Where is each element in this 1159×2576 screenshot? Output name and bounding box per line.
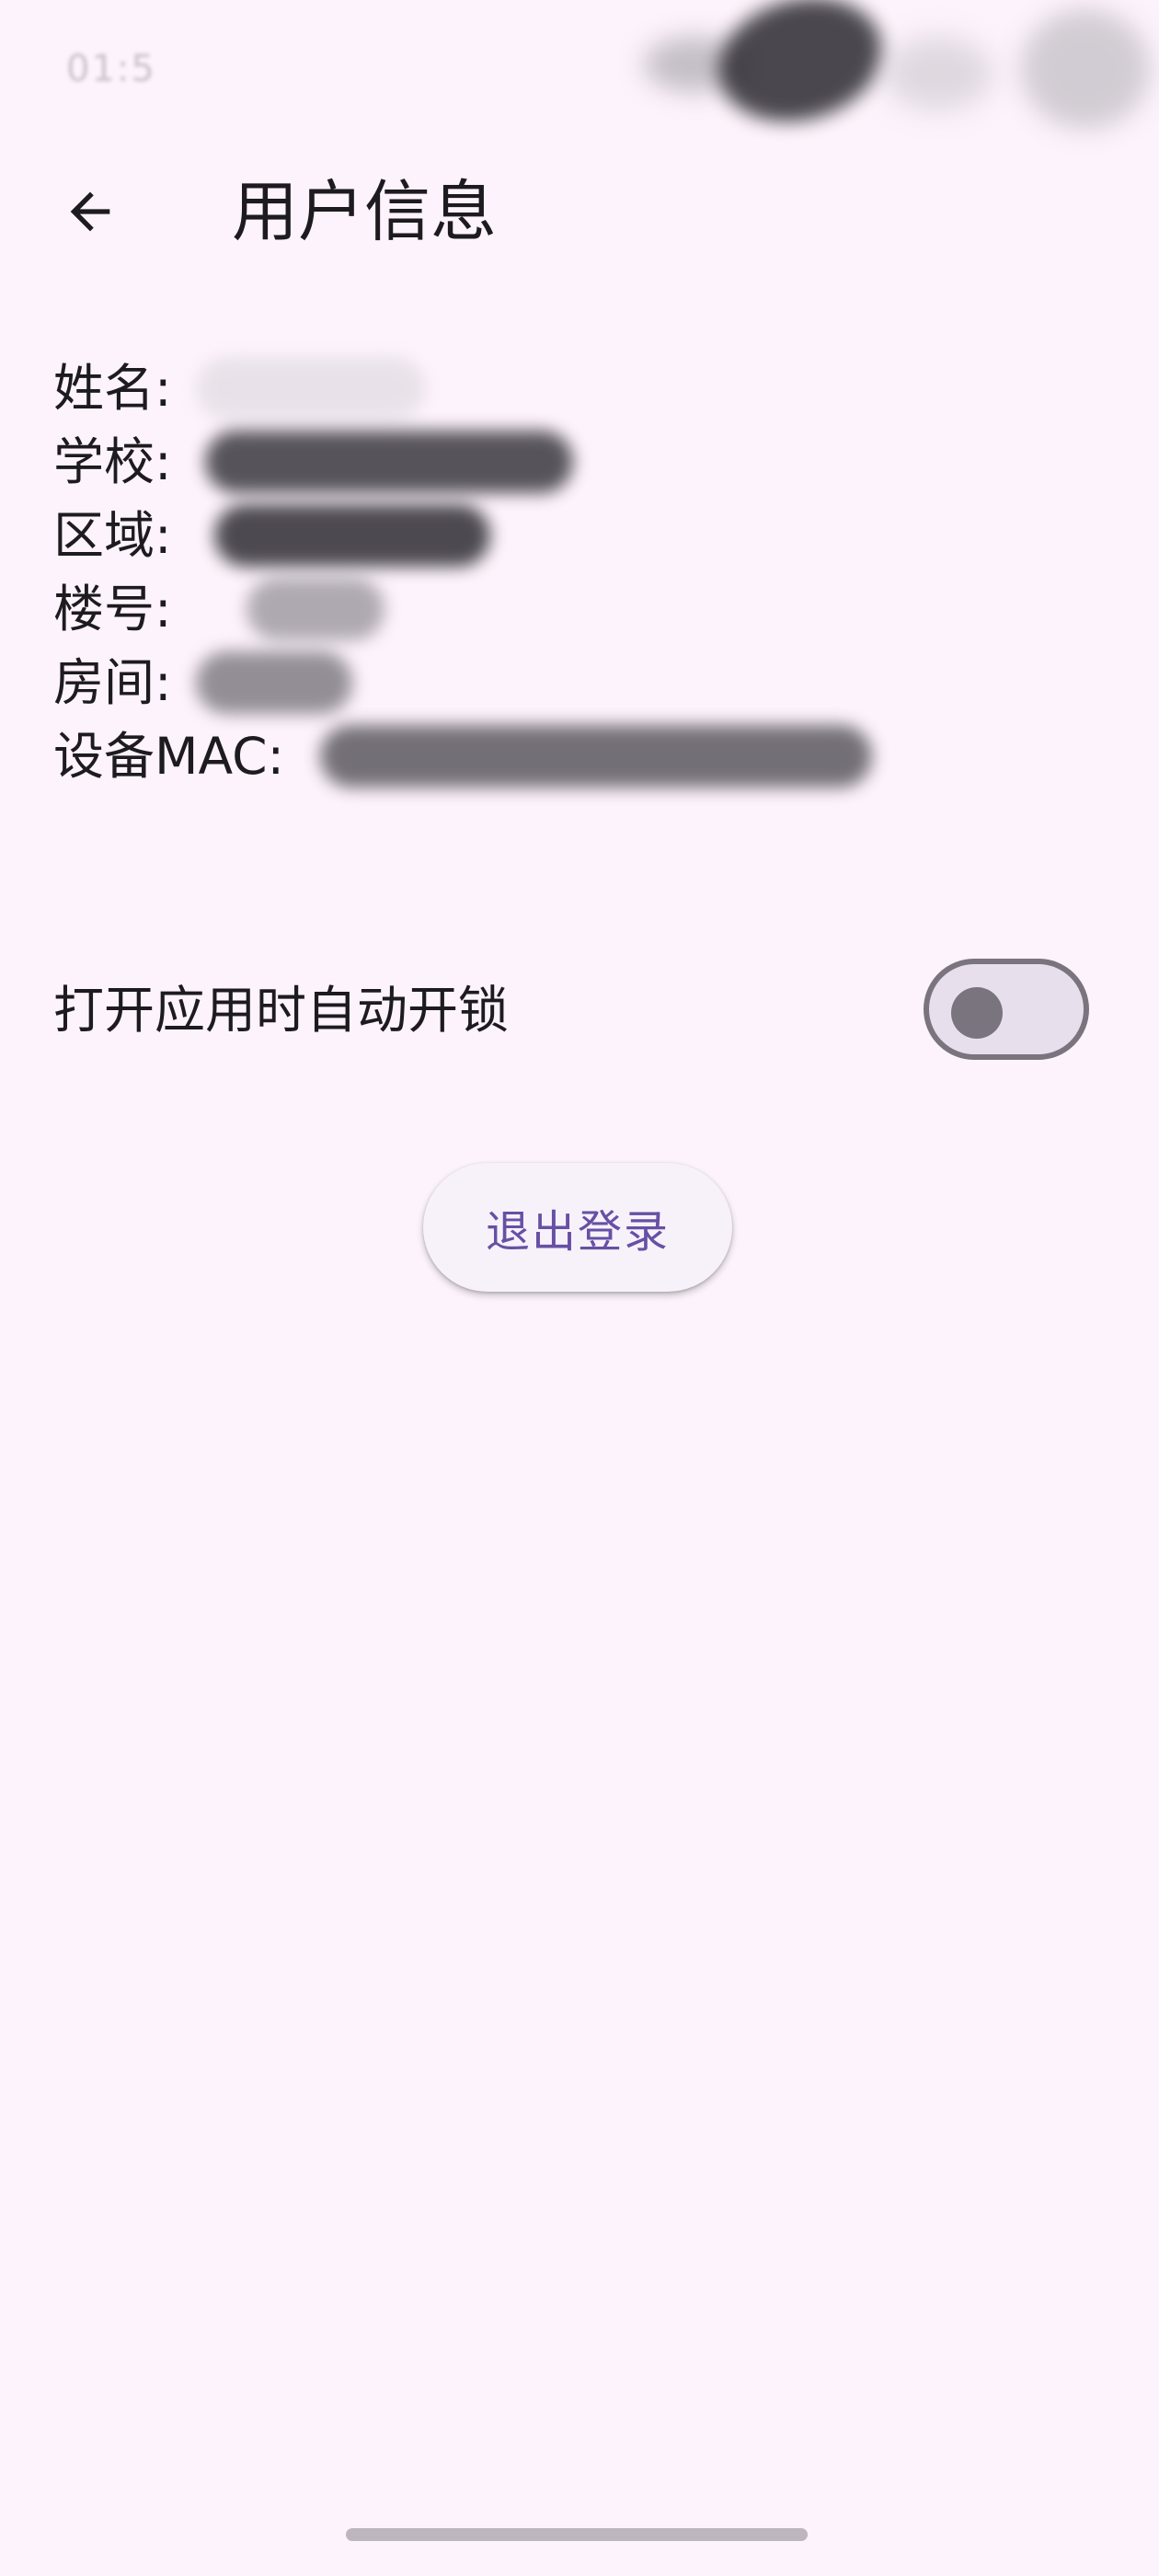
redacted-value — [196, 651, 352, 714]
redacted-value — [214, 504, 490, 567]
auto-unlock-setting: 打开应用时自动开锁 — [0, 957, 1159, 1067]
redacted-value — [196, 357, 426, 420]
info-label-building: 楼号: — [53, 580, 172, 638]
arrow-left-icon — [70, 191, 110, 232]
info-label-school: 学校: — [53, 432, 172, 491]
info-label-area: 区域: — [53, 506, 172, 565]
info-label-name: 姓名: — [53, 359, 172, 418]
info-label-room: 房间: — [53, 653, 172, 712]
info-row-room: 房间: — [53, 646, 352, 719]
status-bar: 01:5 — [0, 0, 1159, 140]
redacted-value — [205, 431, 573, 493]
info-row-area: 区域: — [53, 499, 490, 572]
redacted-status-icons — [705, 0, 896, 140]
auto-unlock-switch[interactable] — [924, 959, 1089, 1060]
redacted-status-icons — [883, 37, 993, 110]
info-row-name: 姓名: — [53, 351, 426, 425]
logout-label: 退出登录 — [485, 1206, 670, 1258]
auto-unlock-label: 打开应用时自动开锁 — [53, 981, 510, 1040]
logout-button[interactable]: 退出登录 — [423, 1163, 732, 1292]
redacted-value — [247, 578, 384, 640]
switch-thumb — [951, 987, 1003, 1039]
redacted-status-icons — [1021, 9, 1150, 129]
user-info-list: 姓名: 学校: 区域: 楼号: 房间: 设备MAC: — [53, 351, 872, 793]
info-row-mac: 设备MAC: — [53, 719, 872, 793]
page-title: 用户信息 — [232, 173, 498, 250]
info-row-building: 楼号: — [53, 572, 384, 646]
info-row-school: 学校: — [53, 425, 573, 499]
home-indicator[interactable] — [346, 2528, 808, 2541]
redacted-value — [320, 725, 872, 788]
top-app-bar: 用户信息 — [0, 138, 1159, 285]
info-label-mac: 设备MAC: — [53, 727, 285, 786]
back-button[interactable] — [44, 166, 136, 258]
status-time: 01:5 — [66, 48, 156, 90]
